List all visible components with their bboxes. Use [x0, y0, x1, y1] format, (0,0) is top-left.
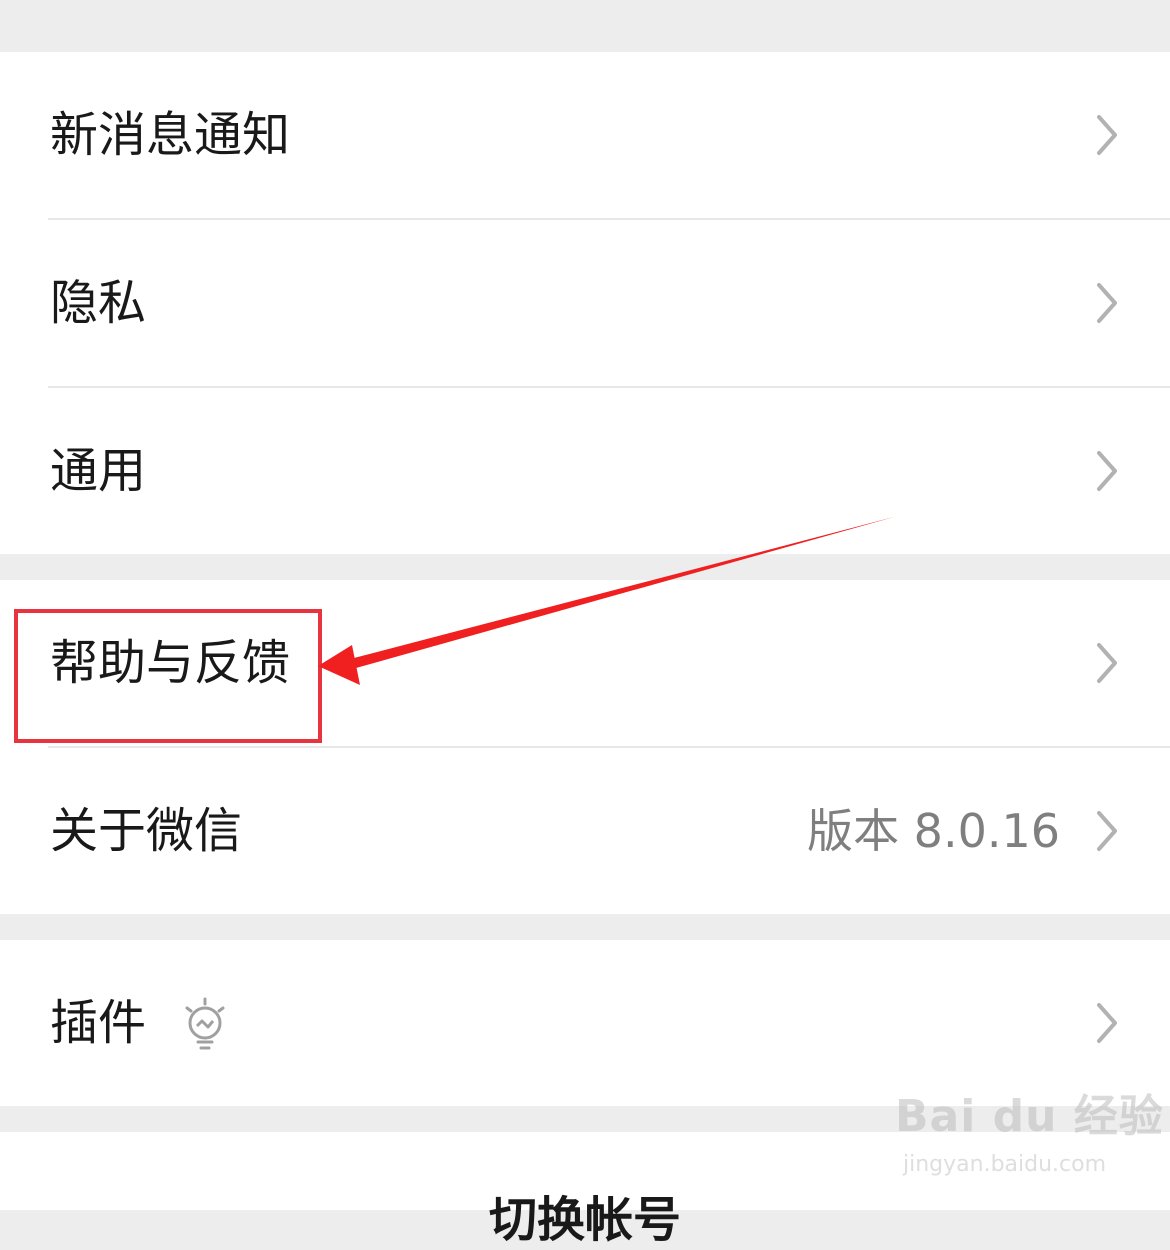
switch-account-button[interactable]: 切换帐号 — [0, 1180, 1170, 1250]
chevron-right-icon — [1097, 1003, 1117, 1043]
chevron-right-icon — [1097, 283, 1117, 323]
row-label: 关于微信 — [50, 803, 243, 859]
chevron-right-icon — [1097, 643, 1117, 683]
row-label: 隐私 — [50, 275, 147, 331]
row-label: 插件 — [50, 995, 147, 1051]
row-label: 新消息通知 — [50, 107, 291, 163]
settings-group-1: 新消息通知 隐私 通用 — [0, 52, 1170, 554]
chevron-right-icon — [1097, 451, 1117, 491]
chevron-right-icon — [1097, 811, 1117, 851]
annotation-highlight-box — [14, 609, 322, 743]
lightbulb-icon — [185, 997, 225, 1050]
settings-row-general[interactable]: 通用 — [0, 388, 1170, 554]
row-label: 通用 — [50, 443, 147, 499]
settings-row-about-wechat[interactable]: 关于微信 版本 8.0.16 — [0, 748, 1170, 914]
baidu-jingyan-watermark: Bai du 经验 jingyan.baidu.com — [895, 1080, 1163, 1190]
watermark-brand: Bai du 经验 — [895, 1091, 1164, 1142]
watermark-url: jingyan.baidu.com — [903, 1152, 1107, 1177]
version-value: 版本 8.0.16 — [807, 804, 1060, 858]
chevron-right-icon — [1097, 115, 1117, 155]
settings-row-new-message-notification[interactable]: 新消息通知 — [0, 52, 1170, 218]
settings-row-privacy[interactable]: 隐私 — [0, 220, 1170, 386]
